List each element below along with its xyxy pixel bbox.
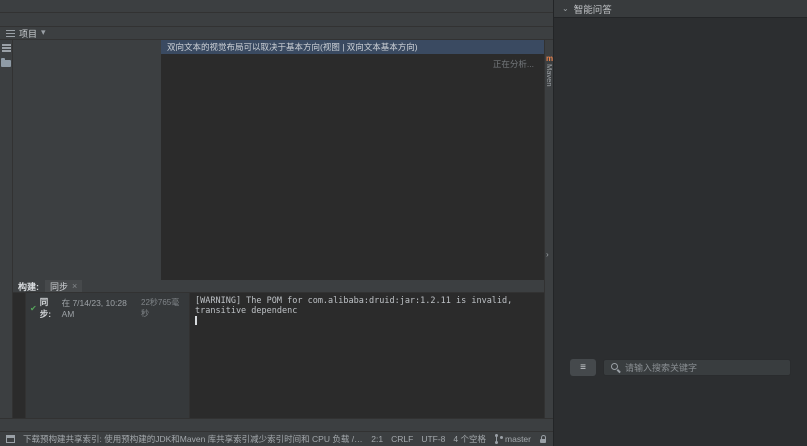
expand-chevron-icon[interactable]: › <box>546 250 549 259</box>
editor-tabs <box>148 27 541 39</box>
bottom-tool-stripe <box>0 418 553 431</box>
project-panel-header: 项目 ▾ <box>0 27 148 39</box>
editor-banner: 双向文本的视觉布局可以取决于基本方向(视图 | 双向文本基本方向) <box>161 40 544 54</box>
search-placeholder: 请输入搜索关键字 <box>625 361 697 374</box>
status-bar: 下载预构建共享索引: 使用预构建的JDK和Maven 库共享索引减少索引时间和 … <box>0 431 553 446</box>
menu-bar <box>0 0 553 13</box>
banner-text: 双向文本的视觉布局可以取决于基本方向(视图 | 双向文本基本方向) <box>167 41 528 53</box>
right-tool-stripe: m Maven › <box>544 40 553 418</box>
build-toolbar <box>13 293 26 418</box>
text-caret <box>195 316 197 325</box>
chevron-down-icon[interactable]: ▾ <box>41 28 46 38</box>
build-tab-sync[interactable]: 同步 × <box>45 280 82 292</box>
search-input[interactable]: 请输入搜索关键字 <box>603 359 791 376</box>
build-console[interactable]: [WARNING] The POM for com.alibaba:druid:… <box>190 293 544 418</box>
app-root: 项目 ▾ 双向文本的视觉布局可以取决于基本方向(视图 | 双向文本基本方向) 正… <box>0 0 807 446</box>
search-icon <box>610 362 620 372</box>
assistant-panel-title: 智能问答 <box>574 2 612 16</box>
project-stripe-icon[interactable] <box>2 43 11 52</box>
line-ending[interactable]: CRLF <box>391 434 413 444</box>
build-tab-label: 同步 <box>50 280 68 293</box>
project-panel-title[interactable]: 项目 <box>19 27 37 40</box>
left-tool-stripe <box>0 40 13 418</box>
branch-icon <box>494 434 502 444</box>
sync-duration: 22秒765毫秒 <box>141 297 185 319</box>
window-icon[interactable] <box>6 435 15 443</box>
branch-name: master <box>505 434 531 444</box>
assistant-panel-header[interactable]: ⌄ 智能问答 <box>554 0 807 18</box>
project-tool-icon[interactable] <box>6 29 15 38</box>
build-panel: 构建: 同步 × ✔ 同步: 在 7/14/23, 10:28 AM 22秒76… <box>13 280 544 418</box>
chevron-down-icon: ⌄ <box>562 4 569 13</box>
indent-setting[interactable]: 4 个空格 <box>453 433 486 445</box>
build-panel-title: 构建: <box>18 280 39 293</box>
folder-stripe-icon[interactable] <box>1 58 11 67</box>
status-message[interactable]: 下载预构建共享索引: 使用预构建的JDK和Maven 库共享索引减少索引时间和 … <box>23 433 363 445</box>
console-line: [WARNING] The POM for com.alibaba:druid:… <box>195 296 530 316</box>
lock-icon[interactable] <box>539 435 547 444</box>
menu-burger-button[interactable]: ≡ <box>570 359 596 376</box>
file-encoding[interactable]: UTF-8 <box>421 434 445 444</box>
build-panel-body: ✔ 同步: 在 7/14/23, 10:28 AM 22秒765毫秒 [WARN… <box>13 293 544 418</box>
close-icon[interactable]: × <box>72 281 77 291</box>
sync-label: 同步: <box>40 296 59 320</box>
sync-time: 在 7/14/23, 10:28 AM <box>62 297 138 319</box>
maven-icon: m <box>546 54 553 63</box>
project-tree[interactable] <box>13 40 161 280</box>
assistant-search-row: ≡ 请输入搜索关键字 <box>554 356 807 378</box>
main-toolbar <box>0 13 553 26</box>
git-branch[interactable]: master <box>494 434 531 444</box>
build-tree-pane[interactable]: ✔ 同步: 在 7/14/23, 10:28 AM 22秒765毫秒 <box>26 293 190 418</box>
analyzing-status: 正在分析... <box>493 58 534 70</box>
caret-position[interactable]: 2:1 <box>371 434 383 444</box>
success-check-icon: ✔ <box>30 304 37 313</box>
editor[interactable]: 双向文本的视觉布局可以取决于基本方向(视图 | 双向文本基本方向) 正在分析..… <box>161 40 544 280</box>
tabbar-actions <box>541 27 553 39</box>
build-panel-header: 构建: 同步 × <box>13 280 544 293</box>
build-sync-row[interactable]: ✔ 同步: 在 7/14/23, 10:28 AM 22秒765毫秒 <box>30 296 185 320</box>
toolwindow-tab-row: 项目 ▾ <box>0 26 553 40</box>
assistant-panel: ⌄ 智能问答 ≡ 请输入搜索关键字 <box>553 0 807 446</box>
